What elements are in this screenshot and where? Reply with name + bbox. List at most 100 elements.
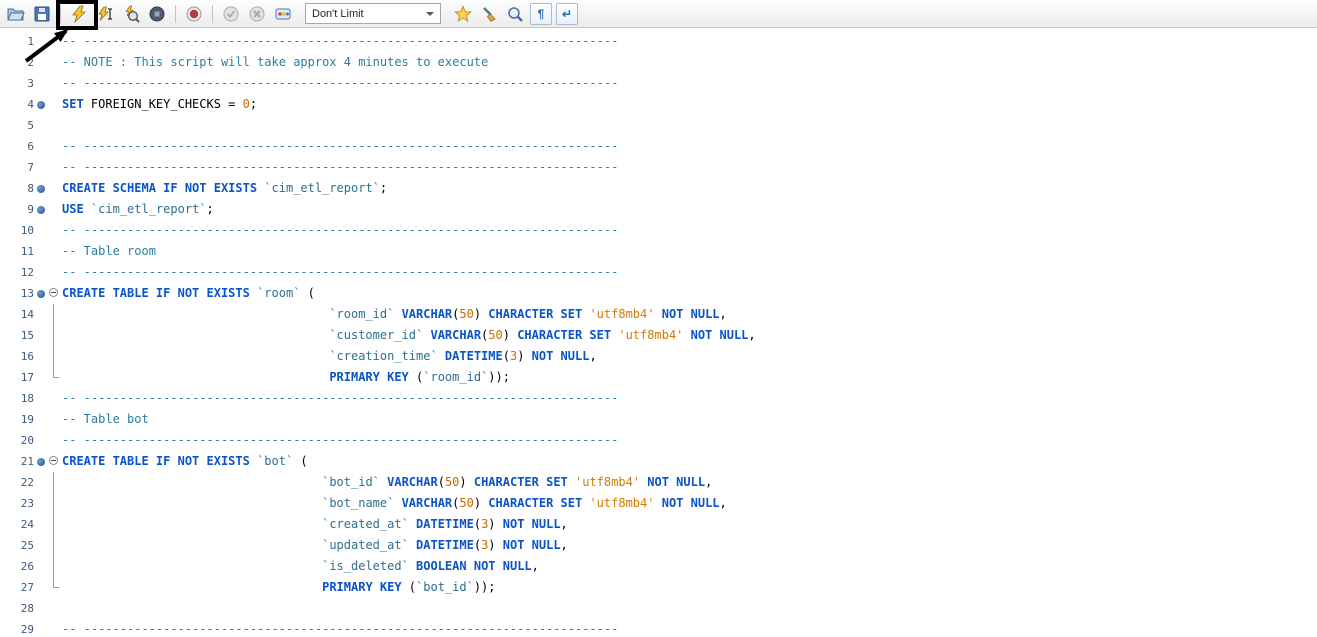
sql-editor[interactable]: 1-- ------------------------------------… xyxy=(0,28,1317,637)
stop-on-error-toggle[interactable] xyxy=(182,2,206,25)
statement-marker xyxy=(34,199,47,220)
gutter-marker xyxy=(34,430,47,451)
execute-script-lightning-icon xyxy=(70,5,88,23)
rollback-button[interactable] xyxy=(245,2,269,25)
find-button[interactable] xyxy=(503,2,527,25)
fold-gutter xyxy=(47,472,62,493)
autocommit-toggle[interactable] xyxy=(271,2,295,25)
code-text[interactable]: -- -------------------------------------… xyxy=(62,73,618,94)
fold-gutter xyxy=(47,73,62,94)
code-text[interactable]: -- -------------------------------------… xyxy=(62,157,618,178)
gutter-marker xyxy=(34,241,47,262)
line-number: 21 xyxy=(0,451,34,472)
commit-button[interactable] xyxy=(219,2,243,25)
beautify-script-button[interactable] xyxy=(477,2,501,25)
code-line: 13 CREATE TABLE IF NOT EXISTS `room` ( xyxy=(0,283,1317,304)
code-text[interactable]: -- -------------------------------------… xyxy=(62,262,618,283)
line-number: 13 xyxy=(0,283,34,304)
code-text[interactable]: `updated_at` DATETIME(3) NOT NULL, xyxy=(62,535,568,556)
code-text[interactable]: -- Table bot xyxy=(62,409,149,430)
code-text[interactable]: `bot_id` VARCHAR(50) CHARACTER SET 'utf8… xyxy=(62,472,712,493)
line-number: 5 xyxy=(0,115,34,136)
fold-toggle-icon[interactable] xyxy=(47,283,62,304)
execute-statement-button[interactable] xyxy=(93,2,117,25)
fold-gutter xyxy=(47,577,62,598)
gutter-marker xyxy=(34,220,47,241)
code-text[interactable]: CREATE TABLE IF NOT EXISTS `bot` ( xyxy=(62,451,308,472)
code-text[interactable]: SET FOREIGN_KEY_CHECKS = 0; xyxy=(62,94,257,115)
code-text[interactable]: `room_id` VARCHAR(50) CHARACTER SET 'utf… xyxy=(62,304,727,325)
code-text[interactable]: `creation_time` DATETIME(3) NOT NULL, xyxy=(62,346,597,367)
gutter-marker xyxy=(34,493,47,514)
line-number: 22 xyxy=(0,472,34,493)
beautify-broom-icon xyxy=(480,5,498,23)
code-line: 17 PRIMARY KEY (`room_id`)); xyxy=(0,367,1317,388)
code-text[interactable]: -- -------------------------------------… xyxy=(62,31,618,52)
code-line: 23 `bot_name` VARCHAR(50) CHARACTER SET … xyxy=(0,493,1317,514)
fold-gutter xyxy=(47,220,62,241)
gutter-marker xyxy=(34,472,47,493)
line-number: 24 xyxy=(0,514,34,535)
save-snippet-button[interactable] xyxy=(451,2,475,25)
code-line: 12 -- -----------------------------------… xyxy=(0,262,1317,283)
code-text[interactable]: -- -------------------------------------… xyxy=(62,430,618,451)
fold-gutter xyxy=(47,514,62,535)
code-text[interactable]: `created_at` DATETIME(3) NOT NULL, xyxy=(62,514,568,535)
code-line: 6-- ------------------------------------… xyxy=(0,136,1317,157)
code-line: 20-- -----------------------------------… xyxy=(0,430,1317,451)
invisible-characters-toggle[interactable]: ¶ xyxy=(530,3,552,25)
code-line: 24 `created_at` DATETIME(3) NOT NULL, xyxy=(0,514,1317,535)
code-text[interactable]: -- -------------------------------------… xyxy=(62,619,618,637)
line-number: 8 xyxy=(0,178,34,199)
execute-statement-icon xyxy=(96,5,114,23)
stop-on-error-icon xyxy=(185,5,203,23)
line-number: 14 xyxy=(0,304,34,325)
save-script-button[interactable] xyxy=(30,2,54,25)
code-text[interactable]: CREATE TABLE IF NOT EXISTS `room` ( xyxy=(62,283,315,304)
code-line: 28 xyxy=(0,598,1317,619)
code-line: 4SET FOREIGN_KEY_CHECKS = 0; xyxy=(0,94,1317,115)
stop-icon xyxy=(148,5,166,23)
code-text[interactable]: PRIMARY KEY (`bot_id`)); xyxy=(62,577,496,598)
code-text[interactable]: USE `cim_etl_report`; xyxy=(62,199,214,220)
code-text[interactable]: -- -------------------------------------… xyxy=(62,388,618,409)
wrap-text-toggle[interactable]: ↵ xyxy=(556,3,578,25)
line-number: 3 xyxy=(0,73,34,94)
code-text[interactable]: -- NOTE : This script will take approx 4… xyxy=(62,52,488,73)
code-text[interactable]: -- -------------------------------------… xyxy=(62,220,618,241)
code-line: 18-- -----------------------------------… xyxy=(0,388,1317,409)
line-number: 15 xyxy=(0,325,34,346)
code-line: 7-- ------------------------------------… xyxy=(0,157,1317,178)
code-text[interactable]: `bot_name` VARCHAR(50) CHARACTER SET 'ut… xyxy=(62,493,727,514)
code-text[interactable]: PRIMARY KEY (`room_id`)); xyxy=(62,367,510,388)
code-line: 15 `customer_id` VARCHAR(50) CHARACTER S… xyxy=(0,325,1317,346)
code-text[interactable]: -- Table room xyxy=(62,241,156,262)
code-line: 22 `bot_id` VARCHAR(50) CHARACTER SET 'u… xyxy=(0,472,1317,493)
wrap-text-icon: ↵ xyxy=(562,7,572,21)
execute-script-button[interactable] xyxy=(67,2,91,25)
gutter-marker xyxy=(34,115,47,136)
fold-gutter xyxy=(47,136,62,157)
line-number: 12 xyxy=(0,262,34,283)
gutter-marker xyxy=(34,535,47,556)
invisible-characters-icon: ¶ xyxy=(538,7,545,21)
fold-gutter xyxy=(47,199,62,220)
code-line: 8 CREATE SCHEMA IF NOT EXISTS `cim_etl_re… xyxy=(0,178,1317,199)
limit-dropdown-value: Don't Limit xyxy=(312,8,364,20)
fold-toggle-icon[interactable] xyxy=(47,451,62,472)
line-number: 17 xyxy=(0,367,34,388)
code-line: 19-- Table bot xyxy=(0,409,1317,430)
open-script-button[interactable] xyxy=(4,2,28,25)
limit-dropdown[interactable]: Don't Limit xyxy=(305,3,441,24)
stop-button[interactable] xyxy=(145,2,169,25)
line-number: 23 xyxy=(0,493,34,514)
code-text[interactable]: `is_deleted` BOOLEAN NOT NULL, xyxy=(62,556,539,577)
line-number: 10 xyxy=(0,220,34,241)
save-snippet-star-icon xyxy=(454,5,472,23)
code-text[interactable]: `customer_id` VARCHAR(50) CHARACTER SET … xyxy=(62,325,756,346)
code-text[interactable]: CREATE SCHEMA IF NOT EXISTS `cim_etl_rep… xyxy=(62,178,387,199)
gutter-marker xyxy=(34,73,47,94)
code-text[interactable]: -- -------------------------------------… xyxy=(62,136,618,157)
explain-plan-button[interactable] xyxy=(119,2,143,25)
gutter-marker xyxy=(34,157,47,178)
